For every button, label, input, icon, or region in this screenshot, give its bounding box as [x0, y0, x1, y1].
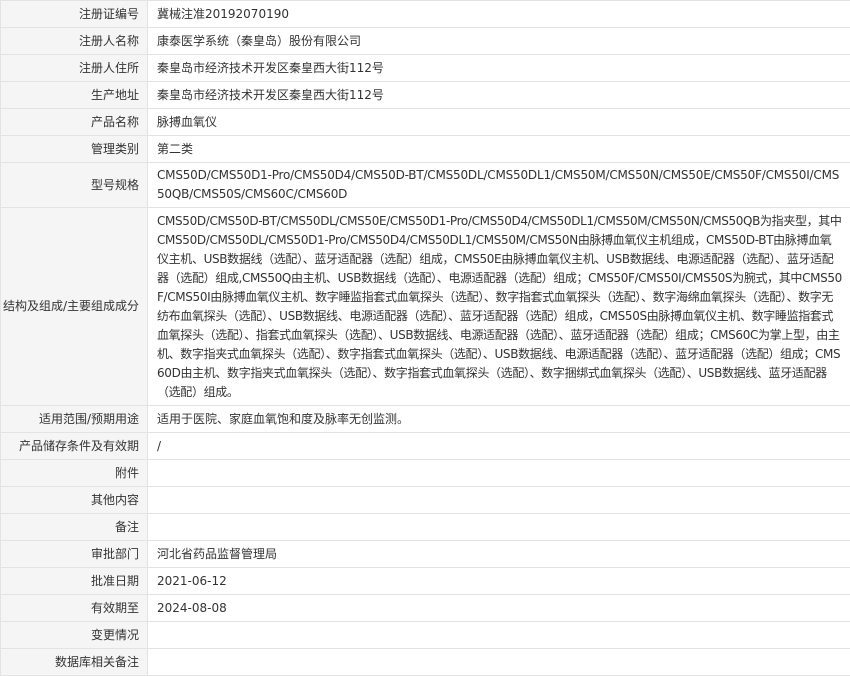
- label-other-content: 其他内容: [1, 487, 148, 514]
- value-attachments: [148, 460, 850, 487]
- row-database-remarks: 数据库相关备注: [1, 649, 850, 676]
- value-remarks: [148, 514, 850, 541]
- label-approval-date: 批准日期: [1, 568, 148, 595]
- row-storage-validity: 产品储存条件及有效期 /: [1, 433, 850, 460]
- value-approval-date: 2021-06-12: [148, 568, 850, 595]
- row-other-content: 其他内容: [1, 487, 850, 514]
- value-database-remarks: [148, 649, 850, 676]
- row-change-history: 变更情况: [1, 622, 850, 649]
- value-approval-authority: 河北省药品监督管理局: [148, 541, 850, 568]
- label-change-history: 变更情况: [1, 622, 148, 649]
- value-model-specs: CMS50D/CMS50D1-Pro/CMS50D4/CMS50D-BT/CMS…: [148, 163, 850, 208]
- label-registrant-address: 注册人住所: [1, 55, 148, 82]
- value-management-category: 第二类: [148, 136, 850, 163]
- row-valid-until: 有效期至 2024-08-08: [1, 595, 850, 622]
- registration-info-table: 注册证编号 冀械注准20192070190 注册人名称 康泰医学系统（秦皇岛）股…: [0, 0, 850, 676]
- row-structure-composition: 结构及组成/主要组成成分 CMS50D/CMS50D-BT/CMS50DL/CM…: [1, 208, 850, 406]
- label-product-name: 产品名称: [1, 109, 148, 136]
- label-production-address: 生产地址: [1, 82, 148, 109]
- row-attachments: 附件: [1, 460, 850, 487]
- value-storage-validity: /: [148, 433, 850, 460]
- label-registrant-name: 注册人名称: [1, 28, 148, 55]
- label-structure-composition: 结构及组成/主要组成成分: [1, 208, 148, 406]
- row-approval-date: 批准日期 2021-06-12: [1, 568, 850, 595]
- label-remarks: 备注: [1, 514, 148, 541]
- value-other-content: [148, 487, 850, 514]
- label-model-specs: 型号规格: [1, 163, 148, 208]
- row-remarks: 备注: [1, 514, 850, 541]
- value-structure-composition: CMS50D/CMS50D-BT/CMS50DL/CMS50E/CMS50D1-…: [148, 208, 850, 406]
- value-intended-use: 适用于医院、家庭血氧饱和度及脉率无创监测。: [148, 406, 850, 433]
- value-change-history: [148, 622, 850, 649]
- label-approval-authority: 审批部门: [1, 541, 148, 568]
- row-model-specs: 型号规格 CMS50D/CMS50D1-Pro/CMS50D4/CMS50D-B…: [1, 163, 850, 208]
- value-registrant-name: 康泰医学系统（秦皇岛）股份有限公司: [148, 28, 850, 55]
- value-valid-until: 2024-08-08: [148, 595, 850, 622]
- value-registration-number: 冀械注准20192070190: [148, 1, 850, 28]
- value-production-address: 秦皇岛市经济技术开发区秦皇西大街112号: [148, 82, 850, 109]
- row-registrant-name: 注册人名称 康泰医学系统（秦皇岛）股份有限公司: [1, 28, 850, 55]
- row-intended-use: 适用范围/预期用途 适用于医院、家庭血氧饱和度及脉率无创监测。: [1, 406, 850, 433]
- label-storage-validity: 产品储存条件及有效期: [1, 433, 148, 460]
- row-management-category: 管理类别 第二类: [1, 136, 850, 163]
- value-product-name: 脉搏血氧仪: [148, 109, 850, 136]
- label-attachments: 附件: [1, 460, 148, 487]
- label-valid-until: 有效期至: [1, 595, 148, 622]
- label-intended-use: 适用范围/预期用途: [1, 406, 148, 433]
- row-approval-authority: 审批部门 河北省药品监督管理局: [1, 541, 850, 568]
- label-registration-number: 注册证编号: [1, 1, 148, 28]
- row-product-name: 产品名称 脉搏血氧仪: [1, 109, 850, 136]
- label-management-category: 管理类别: [1, 136, 148, 163]
- label-database-remarks: 数据库相关备注: [1, 649, 148, 676]
- row-production-address: 生产地址 秦皇岛市经济技术开发区秦皇西大街112号: [1, 82, 850, 109]
- row-registration-number: 注册证编号 冀械注准20192070190: [1, 1, 850, 28]
- row-registrant-address: 注册人住所 秦皇岛市经济技术开发区秦皇西大街112号: [1, 55, 850, 82]
- value-registrant-address: 秦皇岛市经济技术开发区秦皇西大街112号: [148, 55, 850, 82]
